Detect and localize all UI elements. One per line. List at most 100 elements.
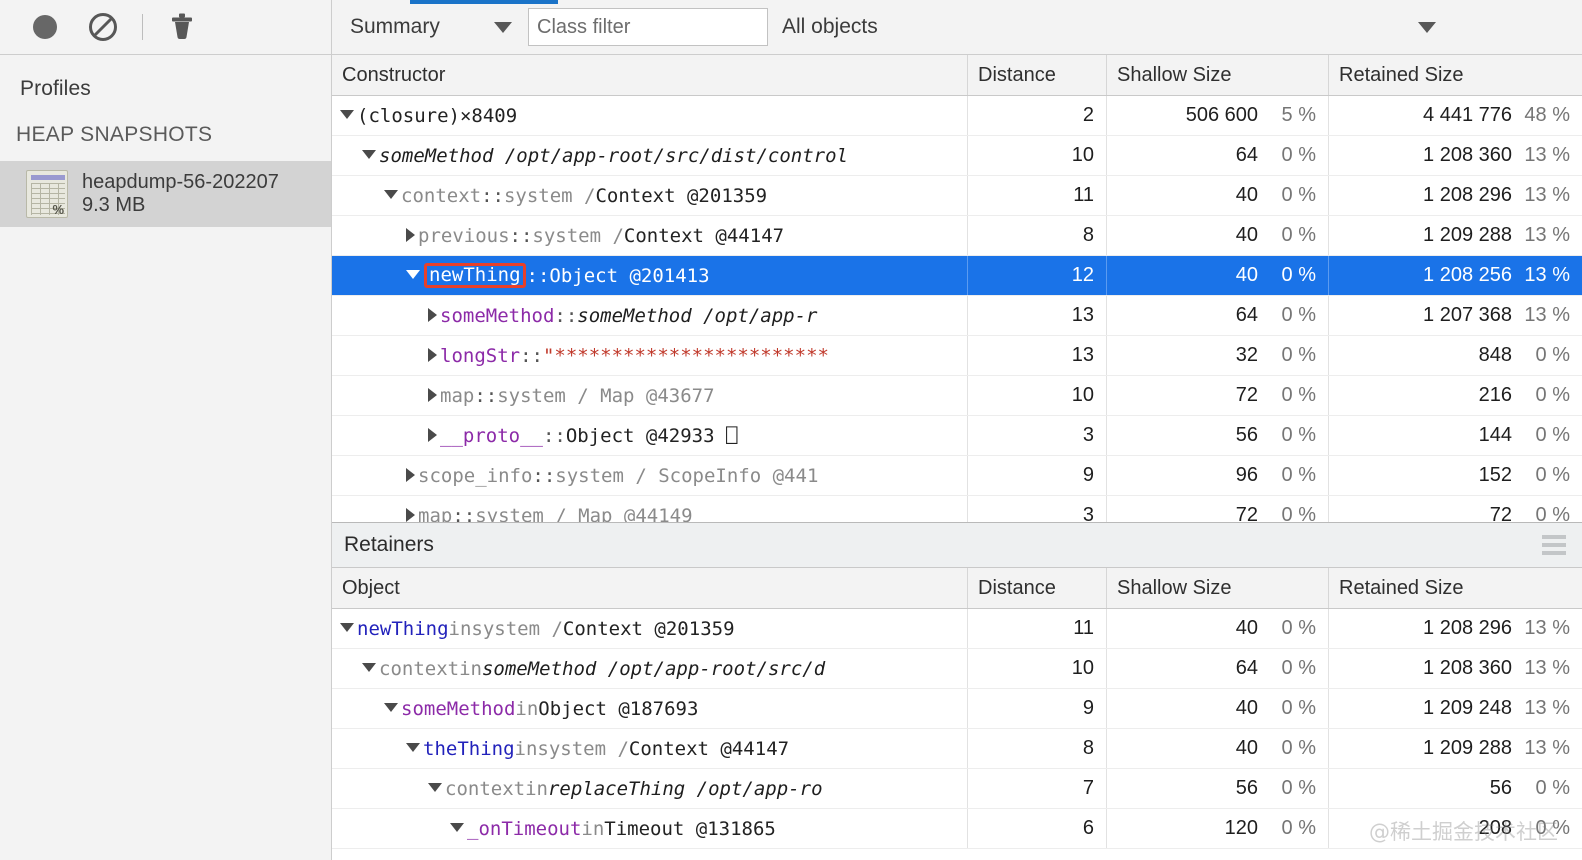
- shallow-size-value: 64: [1235, 657, 1258, 679]
- heap-snapshot-icon: %: [26, 170, 68, 218]
- row-shallow-size-cell: 506 600 5 %: [1106, 96, 1328, 135]
- row-shallow-size-cell: 64 0 %: [1106, 296, 1328, 335]
- shallow-size-value: 72: [1235, 384, 1258, 406]
- column-header-retained-size[interactable]: Retained Size: [1328, 55, 1582, 95]
- expand-triangle-icon[interactable]: [406, 227, 415, 242]
- class-filter-input[interactable]: [528, 8, 768, 46]
- expand-triangle-icon[interactable]: [428, 307, 437, 322]
- collapse-triangle-icon[interactable]: [384, 190, 398, 199]
- retained-size-percent: 0 %: [1535, 817, 1570, 839]
- row-retained-size-cell: 1 208 360 13 %: [1328, 136, 1582, 175]
- expand-triangle-icon[interactable]: [428, 427, 437, 442]
- collapse-triangle-icon[interactable]: [384, 703, 398, 712]
- row-text-segment: in: [525, 777, 548, 800]
- shallow-size-percent: 5 %: [1281, 104, 1316, 126]
- distance-value: 7: [1082, 777, 1094, 799]
- table-row[interactable]: newThing in system / Context @201359 11 40…: [332, 609, 1582, 649]
- heap-filter-toolbar: Summary All objects: [332, 0, 1582, 55]
- retainers-column-header-distance[interactable]: Distance: [967, 568, 1106, 608]
- retained-size-value: 1 208 296: [1423, 184, 1512, 206]
- table-row[interactable]: previous :: system / Context @44147 8 40 0 …: [332, 216, 1582, 256]
- main-panel: Summary All objects Constructor Distance…: [332, 0, 1582, 860]
- row-text-segment: __proto__: [440, 424, 543, 447]
- shallow-size-value: 64: [1235, 304, 1258, 326]
- row-retained-size-cell: 216 0 %: [1328, 376, 1582, 415]
- table-row[interactable]: (closure) ×8409 2 506 600 5 % 4 441 776 48 %: [332, 96, 1582, 136]
- shallow-size-value: 40: [1235, 617, 1258, 639]
- table-row[interactable]: map :: system / Map @44149 3 72 0 % 72 0 %: [332, 496, 1582, 522]
- row-object-cell: newThing in system / Context @201359: [332, 609, 967, 648]
- table-row[interactable]: longStr :: "************************ 13 32…: [332, 336, 1582, 376]
- collapse-triangle-icon[interactable]: [362, 150, 376, 159]
- shallow-size-value: 506 600: [1185, 104, 1258, 126]
- retained-size-value: 56: [1489, 777, 1512, 799]
- column-header-distance[interactable]: Distance: [967, 55, 1106, 95]
- shallow-size-value: 64: [1235, 144, 1258, 166]
- collapse-triangle-icon[interactable]: [406, 270, 420, 279]
- table-row[interactable]: someMethod :: someMethod /opt/app-r 13 64 0…: [332, 296, 1582, 336]
- row-object-cell: context in replaceThing /opt/app-ro: [332, 769, 967, 808]
- retained-size-value: 1 208 256: [1423, 264, 1512, 286]
- expand-triangle-icon[interactable]: [406, 507, 415, 522]
- table-row[interactable]: context :: system / Context @201359 11 40 0…: [332, 176, 1582, 216]
- retained-size-percent: 48 %: [1524, 104, 1570, 126]
- table-row[interactable]: context in replaceThing /opt/app-ro 7 56 0 …: [332, 769, 1582, 809]
- retained-size-percent: 13 %: [1524, 184, 1570, 206]
- retained-size-percent: 0 %: [1535, 424, 1570, 446]
- row-text-segment: Object @187693: [538, 697, 699, 720]
- distance-value: 8: [1082, 737, 1094, 759]
- row-shallow-size-cell: 40 0 %: [1106, 609, 1328, 648]
- table-row[interactable]: newThing :: Object @201413 12 40 0 % 1 208 2…: [332, 256, 1582, 296]
- expand-triangle-icon[interactable]: [428, 347, 437, 362]
- expand-triangle-icon[interactable]: [406, 467, 415, 482]
- collapse-triangle-icon[interactable]: [428, 783, 442, 792]
- row-distance-cell: 9: [967, 689, 1106, 728]
- table-row[interactable]: theThing in system / Context @44147 8 40 0 …: [332, 729, 1582, 769]
- collapse-triangle-icon[interactable]: [340, 110, 354, 119]
- toolbar-overflow-chevron-icon[interactable]: [1418, 21, 1436, 33]
- retainers-column-header-retained-size[interactable]: Retained Size: [1328, 568, 1582, 608]
- table-row[interactable]: __proto__ :: Object @42933 ⎕ 3 56 0 % 144 0 %: [332, 416, 1582, 456]
- row-text-segment: system / Map @43677: [497, 384, 715, 407]
- snapshot-size: 9.3 MB: [82, 194, 146, 216]
- column-header-constructor[interactable]: Constructor: [332, 55, 967, 95]
- snapshot-list-item[interactable]: % heapdump-56-202207 9.3 MB: [0, 161, 331, 227]
- distance-value: 13: [1071, 344, 1094, 366]
- collapse-triangle-icon[interactable]: [450, 823, 464, 832]
- row-distance-cell: 10: [967, 376, 1106, 415]
- row-retained-size-cell: 1 209 248 13 %: [1328, 689, 1582, 728]
- collapse-triangle-icon[interactable]: [406, 743, 420, 752]
- record-button[interactable]: [16, 0, 74, 54]
- row-text-segment: Timeout @131865: [604, 817, 776, 840]
- delete-button[interactable]: [153, 0, 211, 54]
- retained-size-percent: 0 %: [1535, 777, 1570, 799]
- table-row[interactable]: context in someMethod /opt/app-root/src/…: [332, 649, 1582, 689]
- expand-triangle-icon[interactable]: [428, 387, 437, 402]
- objects-scope-select[interactable]: All objects: [782, 15, 878, 39]
- column-header-shallow-size[interactable]: Shallow Size: [1106, 55, 1328, 95]
- row-retained-size-cell: 1 208 296 13 %: [1328, 176, 1582, 215]
- table-row[interactable]: someMethod /opt/app-root/src/dist/contro…: [332, 136, 1582, 176]
- table-row[interactable]: someMethod in Object @187693 9 40 0 % 1 209 …: [332, 689, 1582, 729]
- table-row[interactable]: map :: system / Map @43677 10 72 0 % 216 0 %: [332, 376, 1582, 416]
- chevron-down-icon: [494, 21, 512, 33]
- profiles-title: Profiles: [20, 77, 91, 100]
- collapse-triangle-icon[interactable]: [362, 663, 376, 672]
- collapse-triangle-icon[interactable]: [340, 623, 354, 632]
- row-distance-cell: 12: [967, 256, 1106, 295]
- row-object-cell: someMethod /opt/app-root/src/dist/contro…: [332, 136, 967, 175]
- table-row[interactable]: _onTimeout in Timeout @131865 6 120 0 % 208 0…: [332, 809, 1582, 849]
- retainers-column-header-shallow-size[interactable]: Shallow Size: [1106, 568, 1328, 608]
- retainers-grid-header: Object Distance Shallow Size Retained Si…: [332, 568, 1582, 609]
- shallow-size-percent: 0 %: [1281, 304, 1316, 326]
- clear-button[interactable]: [74, 0, 132, 54]
- retainers-column-header-object[interactable]: Object: [332, 568, 967, 608]
- table-row[interactable]: scope_info :: system / ScopeInfo @441 9 96…: [332, 456, 1582, 496]
- retained-size-percent: 13 %: [1524, 144, 1570, 166]
- constructor-grid-body[interactable]: (closure) ×8409 2 506 600 5 % 4 441 776 48 % s…: [332, 96, 1582, 522]
- view-select[interactable]: Summary: [346, 7, 528, 47]
- row-text-segment: "************************: [542, 344, 829, 367]
- menu-icon[interactable]: [1542, 535, 1566, 555]
- shallow-size-percent: 0 %: [1281, 817, 1316, 839]
- retainers-grid-body[interactable]: newThing in system / Context @201359 11 40…: [332, 609, 1582, 860]
